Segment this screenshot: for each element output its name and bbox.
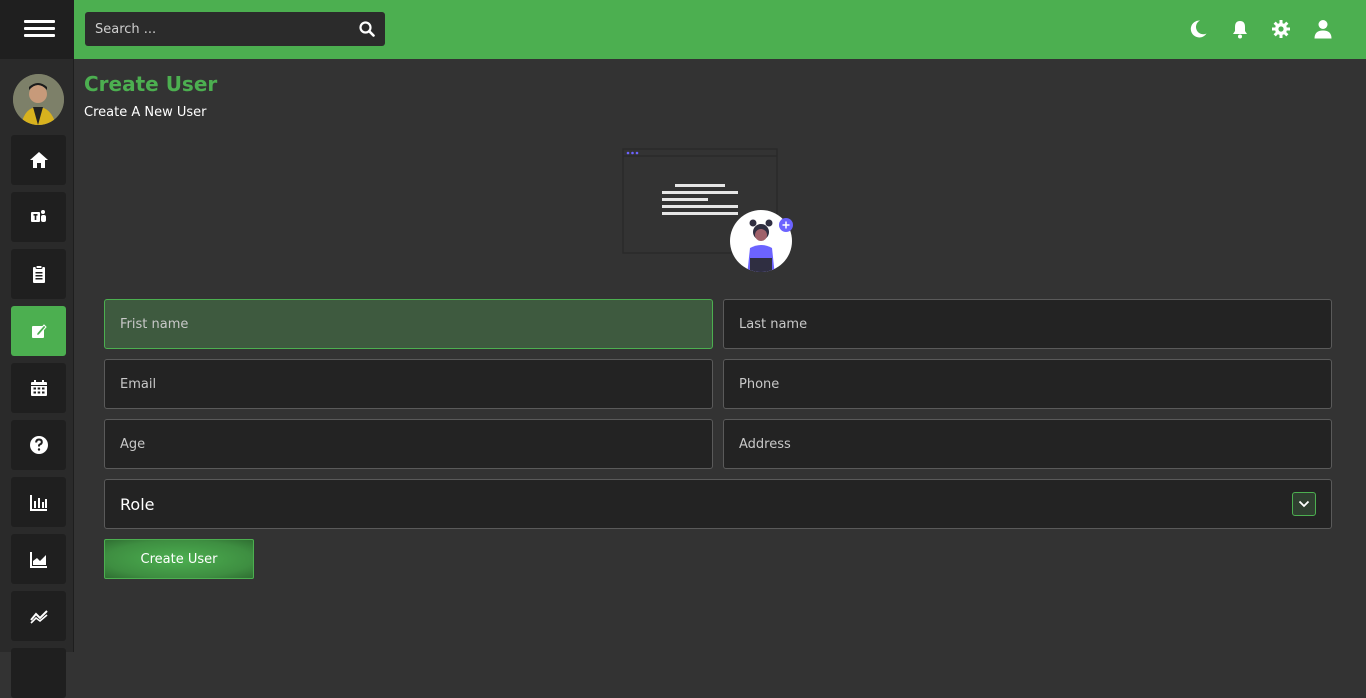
- create-user-button[interactable]: Create User: [104, 539, 254, 579]
- search-button[interactable]: [349, 12, 385, 46]
- first-name-field: [104, 299, 713, 349]
- sidebar-item-line-chart[interactable]: [11, 591, 66, 641]
- profile-button[interactable]: [1312, 18, 1334, 40]
- age-input[interactable]: [105, 420, 712, 468]
- add-user-illustration: [620, 146, 800, 276]
- edit-icon: [31, 324, 47, 338]
- first-name-input[interactable]: [105, 300, 712, 348]
- email-input[interactable]: [105, 360, 712, 408]
- age-field: [104, 419, 713, 469]
- clipboard-icon: [32, 265, 45, 283]
- address-input[interactable]: [724, 420, 1331, 468]
- sidebar-item-create-user[interactable]: [11, 306, 66, 356]
- top-bar: [74, 0, 1366, 59]
- notifications-button[interactable]: [1229, 18, 1251, 40]
- sidebar-item-pie-chart[interactable]: [11, 534, 66, 584]
- search-input[interactable]: [85, 21, 349, 37]
- sidebar-item-more[interactable]: [11, 648, 66, 698]
- teams-icon: [30, 210, 46, 222]
- email-field: [104, 359, 713, 409]
- chevron-down-icon: [1298, 500, 1310, 508]
- phone-field: [723, 359, 1332, 409]
- line-chart-icon: [29, 610, 48, 624]
- role-dropdown-button[interactable]: [1292, 492, 1316, 516]
- sidebar-item-bar-chart[interactable]: [11, 477, 66, 527]
- sidebar: [0, 0, 74, 698]
- sidebar-item-clipboard[interactable]: [11, 249, 66, 299]
- sidebar-item-home[interactable]: [11, 135, 66, 185]
- help-icon: [29, 436, 48, 454]
- last-name-input[interactable]: [724, 300, 1331, 348]
- sidebar-item-faq[interactable]: [11, 420, 66, 470]
- gear-icon: [1272, 20, 1290, 38]
- avatar[interactable]: [13, 74, 64, 125]
- role-select-label: Role: [120, 494, 155, 514]
- bar-chart-icon: [29, 495, 47, 511]
- role-select[interactable]: Role: [104, 479, 1332, 529]
- theme-toggle-button[interactable]: [1187, 18, 1209, 40]
- page-subtitle: Create A New User: [84, 105, 207, 120]
- search-box: [85, 12, 385, 46]
- search-icon: [359, 21, 375, 37]
- calendar-icon: [30, 380, 47, 396]
- home-icon: [29, 152, 48, 168]
- address-field: [723, 419, 1332, 469]
- hamburger-icon: [24, 20, 55, 23]
- last-name-field: [723, 299, 1332, 349]
- user-icon: [1314, 20, 1332, 39]
- menu-toggle-button[interactable]: [0, 0, 74, 59]
- sidebar-item-team[interactable]: [11, 192, 66, 242]
- page-title: Create User: [84, 72, 218, 96]
- bell-icon: [1233, 21, 1247, 39]
- area-chart-icon: [29, 552, 47, 568]
- settings-button[interactable]: [1270, 18, 1292, 40]
- hamburger-icon-line: [24, 34, 55, 37]
- moon-icon: [1190, 20, 1207, 38]
- phone-input[interactable]: [724, 360, 1331, 408]
- sidebar-item-calendar[interactable]: [11, 363, 66, 413]
- hamburger-icon-line: [24, 27, 55, 30]
